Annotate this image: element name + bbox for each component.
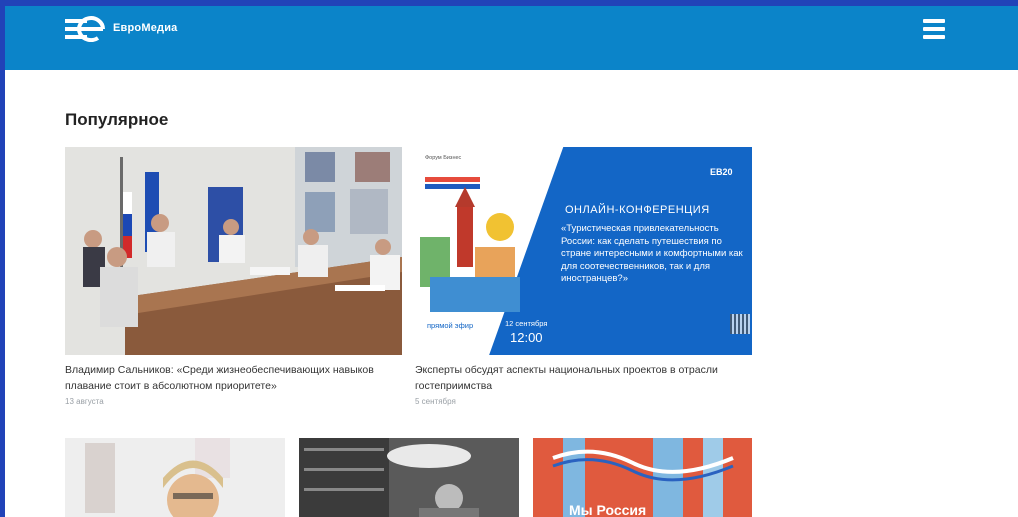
conference-badge: Форум Бизнес	[425, 155, 462, 161]
conference-text: «Туристическая привлекательность России:…	[561, 223, 743, 284]
woman-photo	[65, 438, 285, 517]
article-card[interactable]: Форум Бизнес EB20 ОНЛАЙН-КОНФЕРЕНЦИЯ «Ту…	[415, 147, 752, 407]
meeting-photo	[65, 147, 402, 355]
article-card[interactable]	[299, 438, 519, 517]
article-card[interactable]: Владимир Сальников: «Среди жизнеобеспечи…	[65, 147, 402, 407]
article-image[interactable]	[65, 438, 285, 517]
euromedia-logo-icon[interactable]	[65, 16, 105, 42]
article-date: 5 сентября	[415, 397, 456, 406]
conference-logo: EB20	[710, 167, 733, 177]
live-label: прямой эфир	[427, 321, 474, 330]
section-title: Популярное	[65, 110, 169, 129]
logo-text[interactable]: ЕвроМедиа	[113, 22, 177, 34]
conference-heading: ОНЛАЙН-КОНФЕРЕНЦИЯ	[565, 204, 710, 216]
site-header: ЕвроМедиа	[5, 6, 1018, 70]
article-image[interactable]: Форум Бизнес EB20 ОНЛАЙН-КОНФЕРЕНЦИЯ «Ту…	[415, 147, 752, 355]
article-image[interactable]	[65, 147, 402, 355]
landmarks-illustration	[420, 177, 520, 312]
article-caption[interactable]: Владимир Сальников: «Среди жизнеобеспечи…	[65, 362, 395, 394]
article-caption[interactable]: Эксперты обсудят аспекты национальных пр…	[415, 362, 735, 394]
qr-code-icon	[730, 314, 750, 334]
article-card[interactable]: Мы Россия	[533, 438, 752, 517]
hamburger-menu-icon[interactable]	[921, 16, 949, 42]
article-card[interactable]	[65, 438, 285, 517]
article-date: 13 августа	[65, 397, 104, 406]
card-overlay-text: Мы Россия	[569, 502, 647, 517]
browser-viewport: ЕвроМедиа Популярное Владимир Сальников:…	[5, 6, 1018, 517]
article-image[interactable]: Мы Россия	[533, 438, 752, 517]
bookshelf-photo	[299, 438, 519, 517]
conference-date: 12 сентября	[505, 319, 548, 328]
article-image[interactable]	[299, 438, 519, 517]
conference-time: 12:00	[510, 330, 543, 345]
